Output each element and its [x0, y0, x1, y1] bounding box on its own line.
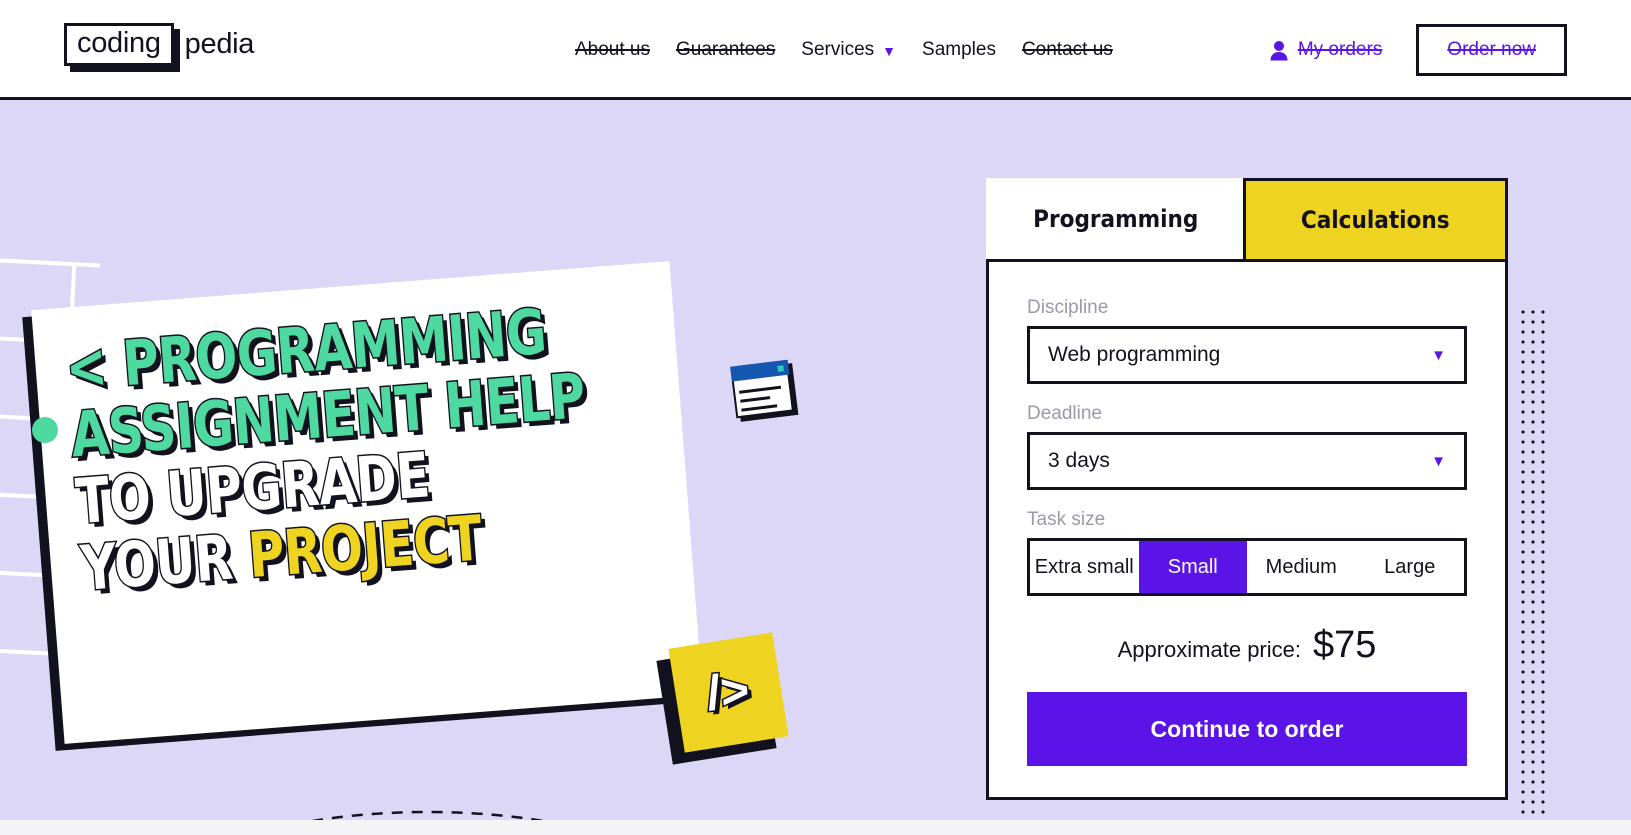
- nav-item-about-us[interactable]: About us: [575, 39, 676, 61]
- nav-item-guarantees[interactable]: Guarantees: [676, 39, 801, 61]
- tab-programming[interactable]: Programming: [986, 178, 1246, 262]
- task-size-group: Extra small Small Medium Large: [1027, 538, 1467, 596]
- discipline-value: Web programming: [1048, 343, 1221, 366]
- price-label: Approximate price:: [1117, 637, 1301, 662]
- nav-label: Services: [801, 39, 875, 60]
- logo-tail-text: pedia: [184, 28, 255, 60]
- order-form-panel: Programming Calculations Discipline Web …: [986, 178, 1508, 800]
- bottom-strip: [0, 820, 1631, 835]
- order-form-body: Discipline Web programming ▼ Deadline 3 …: [989, 265, 1505, 766]
- continue-to-order-label: Continue to order: [1150, 715, 1344, 742]
- green-dot-decoration: [32, 417, 58, 443]
- user-icon: [1270, 40, 1288, 60]
- task-size-label-text: Medium: [1265, 555, 1337, 578]
- discipline-label: Discipline: [1027, 297, 1109, 318]
- task-size-label-text: Small: [1167, 555, 1218, 578]
- logo-box-text: coding: [64, 23, 174, 66]
- chevron-down-icon: ▼: [1431, 346, 1446, 364]
- order-form-tabs: Programming Calculations: [986, 178, 1508, 262]
- code-slash-icon: />: [704, 662, 754, 722]
- nav-item-samples[interactable]: Samples: [922, 39, 1022, 61]
- discipline-select[interactable]: Web programming ▼: [1027, 326, 1467, 384]
- task-size-option-large[interactable]: Large: [1355, 541, 1464, 593]
- chevron-down-icon: ▼: [882, 43, 897, 59]
- nav-label: Guarantees: [676, 39, 776, 60]
- chevron-down-icon: ▼: [1431, 452, 1446, 470]
- nav-item-services[interactable]: Services ▼: [801, 39, 922, 61]
- deadline-value: 3 days: [1048, 449, 1110, 472]
- continue-to-order-button[interactable]: Continue to order: [1027, 692, 1467, 766]
- hero-headline: < PROGRAMMING ASSIGNMENT HELP TO UPGRADE…: [62, 293, 683, 607]
- order-now-button[interactable]: Order now: [1416, 24, 1567, 76]
- hero-line-4-your: YOUR: [77, 519, 236, 606]
- nav-label: Contact us: [1021, 39, 1113, 60]
- tab-calculations[interactable]: Calculations: [1242, 178, 1508, 262]
- deadline-select[interactable]: 3 days ▼: [1027, 432, 1467, 490]
- price-value: $75: [1313, 624, 1377, 666]
- my-orders-label: My orders: [1297, 39, 1383, 60]
- nav-label: About us: [575, 39, 650, 60]
- approximate-price: Approximate price: $75: [1027, 624, 1467, 667]
- hero-line-1-prefix: <: [62, 327, 111, 406]
- site-header: coding pedia About us Guarantees Service…: [0, 0, 1631, 100]
- order-now-label: Order now: [1447, 39, 1536, 60]
- tab-calculations-label: Calculations: [1300, 206, 1450, 234]
- hero-card: < PROGRAMMING ASSIGNMENT HELP TO UPGRADE…: [31, 261, 703, 744]
- page-root: coding pedia About us Guarantees Service…: [0, 0, 1631, 835]
- tagline-ellipse: Take your code to the next level with ou…: [163, 810, 693, 820]
- header-right-actions: My orders Order now: [1269, 0, 1631, 100]
- task-size-option-small[interactable]: Small: [1138, 541, 1247, 593]
- task-size-option-extra-small[interactable]: Extra small: [1030, 541, 1139, 593]
- my-orders-link[interactable]: My orders: [1269, 39, 1382, 61]
- tab-programming-label: Programming: [1033, 204, 1199, 233]
- dashed-ellipse-icon: [311, 810, 545, 820]
- hero-section: < PROGRAMMING ASSIGNMENT HELP TO UPGRADE…: [0, 100, 1631, 820]
- deadline-label: Deadline: [1027, 403, 1102, 424]
- nav-label: Samples: [922, 39, 996, 60]
- code-badge: />: [668, 632, 789, 753]
- dot-pattern-decoration: [1516, 305, 1548, 820]
- task-size-option-medium[interactable]: Medium: [1247, 541, 1356, 593]
- logo[interactable]: coding pedia: [64, 23, 254, 66]
- main-nav: About us Guarantees Services ▼ Samples C…: [575, 0, 1139, 100]
- task-size-label: Task size: [1027, 509, 1106, 530]
- nav-item-contact-us[interactable]: Contact us: [1022, 39, 1139, 61]
- task-size-label-text: Large: [1384, 555, 1436, 578]
- task-size-label-text: Extra small: [1034, 555, 1134, 578]
- browser-window-icon: [730, 359, 794, 419]
